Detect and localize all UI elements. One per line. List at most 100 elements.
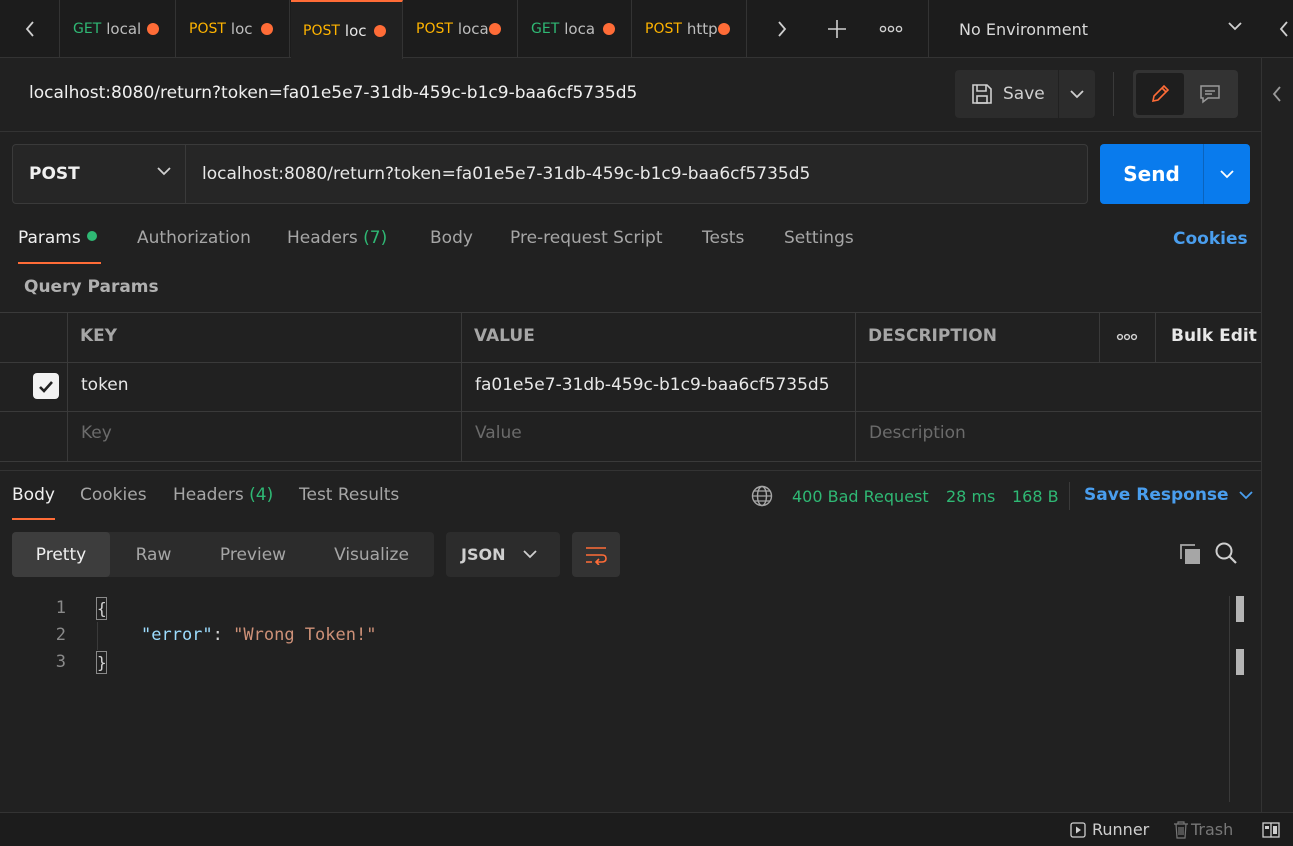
response-tab-test-results[interactable]: Test Results — [299, 485, 399, 520]
unsaved-dot — [489, 23, 501, 35]
scrollbar-marker — [1236, 596, 1244, 622]
chevron-down-icon — [157, 167, 171, 176]
param-enabled-checkbox[interactable] — [33, 373, 59, 399]
status-badge[interactable]: 400 Bad Request — [792, 487, 929, 506]
view-mode-raw[interactable]: Raw — [110, 532, 197, 577]
chevron-left-icon[interactable] — [1272, 86, 1282, 102]
json-colon: : — [212, 625, 234, 645]
copy-button[interactable] — [1178, 542, 1202, 566]
divider — [0, 411, 1261, 412]
view-mode-visualize[interactable]: Visualize — [309, 532, 434, 577]
chevron-left-icon — [25, 21, 34, 37]
method-label: POST — [29, 164, 80, 184]
tab-method: POST — [189, 21, 226, 37]
json-open-brace: { — [96, 597, 107, 620]
comments-button[interactable] — [1186, 73, 1234, 115]
right-sidebar — [1261, 58, 1293, 818]
copy-icon — [1180, 544, 1200, 564]
search-icon — [1215, 542, 1237, 564]
request-tab[interactable]: POST http — [633, 0, 747, 58]
save-label: Save — [1003, 84, 1045, 104]
right-panel-collapse-button[interactable] — [1275, 0, 1293, 58]
view-mode-preview[interactable]: Preview — [197, 532, 309, 577]
response-time[interactable]: 28 ms — [946, 487, 995, 506]
response-divider[interactable] — [0, 470, 1261, 471]
format-select[interactable]: JSON — [446, 532, 560, 577]
runner-label: Runner — [1092, 820, 1150, 839]
environment-selector[interactable]: No Environment — [928, 0, 1258, 58]
comment-icon — [1200, 85, 1220, 104]
line-number: 3 — [55, 652, 66, 672]
param-value-cell[interactable]: fa01e5e7-31db-459c-b1c9-baa6cf5735d5 — [475, 375, 830, 395]
wrap-lines-button[interactable] — [572, 532, 620, 577]
response-tab-headers[interactable]: Headers (4) — [173, 485, 273, 520]
editor-scroll-track[interactable] — [1229, 596, 1230, 802]
runner-button[interactable]: Runner — [1070, 820, 1149, 839]
send-options-button[interactable] — [1203, 144, 1250, 204]
line-number: 1 — [55, 598, 66, 618]
edit-mode-button[interactable] — [1136, 73, 1184, 115]
request-tab-active[interactable]: POST loc — [291, 0, 403, 59]
chevron-right-icon — [778, 21, 787, 37]
unsaved-dot — [261, 23, 273, 35]
search-button[interactable] — [1214, 541, 1238, 565]
json-line[interactable]: "error": "Wrong Token!" — [141, 625, 376, 645]
tab-body[interactable]: Body — [430, 228, 473, 264]
divider — [855, 313, 856, 461]
save-response-button[interactable]: Save Response — [1084, 485, 1253, 505]
request-tab[interactable]: GET loca — [519, 0, 632, 58]
response-tab-cookies[interactable]: Cookies — [80, 485, 147, 520]
new-tab-button[interactable] — [812, 0, 862, 58]
request-tab[interactable]: POST loc — [177, 0, 290, 58]
chevron-down-icon — [1220, 169, 1234, 178]
param-value-placeholder[interactable]: Value — [475, 423, 522, 443]
request-title[interactable]: localhost:8080/return?token=fa01e5e7-31d… — [29, 83, 637, 103]
plus-icon — [828, 20, 846, 38]
tab-method: POST — [303, 22, 340, 39]
url-input[interactable]: localhost:8080/return?token=fa01e5e7-31d… — [185, 144, 1088, 204]
divider — [1069, 482, 1070, 510]
tab-title: local — [106, 20, 142, 38]
tab-settings[interactable]: Settings — [784, 228, 854, 264]
line-number: 2 — [55, 625, 66, 645]
tab-options-button[interactable] — [866, 0, 916, 58]
request-tab[interactable]: POST loca — [404, 0, 518, 58]
chevron-down-icon — [1070, 89, 1084, 98]
globe-icon[interactable] — [751, 485, 773, 507]
save-options-button[interactable] — [1059, 70, 1095, 118]
trash-label: Trash — [1191, 820, 1234, 839]
trash-button[interactable]: Trash — [1173, 820, 1233, 839]
tab-authorization[interactable]: Authorization — [137, 228, 251, 264]
method-select[interactable]: POST — [12, 144, 186, 204]
view-mode-pretty[interactable]: Pretty — [12, 532, 110, 577]
send-button[interactable]: Send — [1100, 144, 1203, 204]
divider — [1113, 72, 1114, 116]
save-button[interactable]: Save — [955, 70, 1058, 118]
tab-label: Params — [18, 228, 81, 248]
headers-count: (7) — [363, 228, 388, 248]
response-tab-body[interactable]: Body — [12, 485, 55, 520]
two-pane-toggle[interactable] — [1262, 822, 1280, 838]
tab-tests[interactable]: Tests — [702, 228, 744, 264]
bulk-edit-button[interactable]: Bulk Edit — [1171, 326, 1257, 346]
unsaved-dot — [147, 23, 159, 35]
tab-pre-request-script[interactable]: Pre-request Script — [510, 228, 663, 264]
tabs-scroll-right-button[interactable] — [752, 0, 812, 58]
split-pane-icon — [1262, 822, 1280, 838]
tab-label: Headers — [287, 228, 358, 248]
headers-count: (4) — [249, 485, 274, 505]
param-description-placeholder[interactable]: Description — [869, 423, 966, 443]
tab-params[interactable]: Params — [18, 228, 101, 264]
column-options-button[interactable] — [1116, 333, 1138, 341]
param-key-cell[interactable]: token — [81, 375, 129, 395]
divider — [1155, 313, 1156, 362]
more-horizontal-icon — [1116, 333, 1138, 341]
param-key-placeholder[interactable]: Key — [81, 423, 112, 443]
request-tab[interactable]: GET local — [61, 0, 176, 58]
divider — [67, 313, 68, 461]
divider — [0, 362, 1261, 363]
response-size[interactable]: 168 B — [1012, 487, 1059, 506]
tabs-scroll-left-button[interactable] — [0, 0, 60, 58]
cookies-link[interactable]: Cookies — [1173, 229, 1248, 249]
tab-headers[interactable]: Headers (7) — [287, 228, 387, 264]
